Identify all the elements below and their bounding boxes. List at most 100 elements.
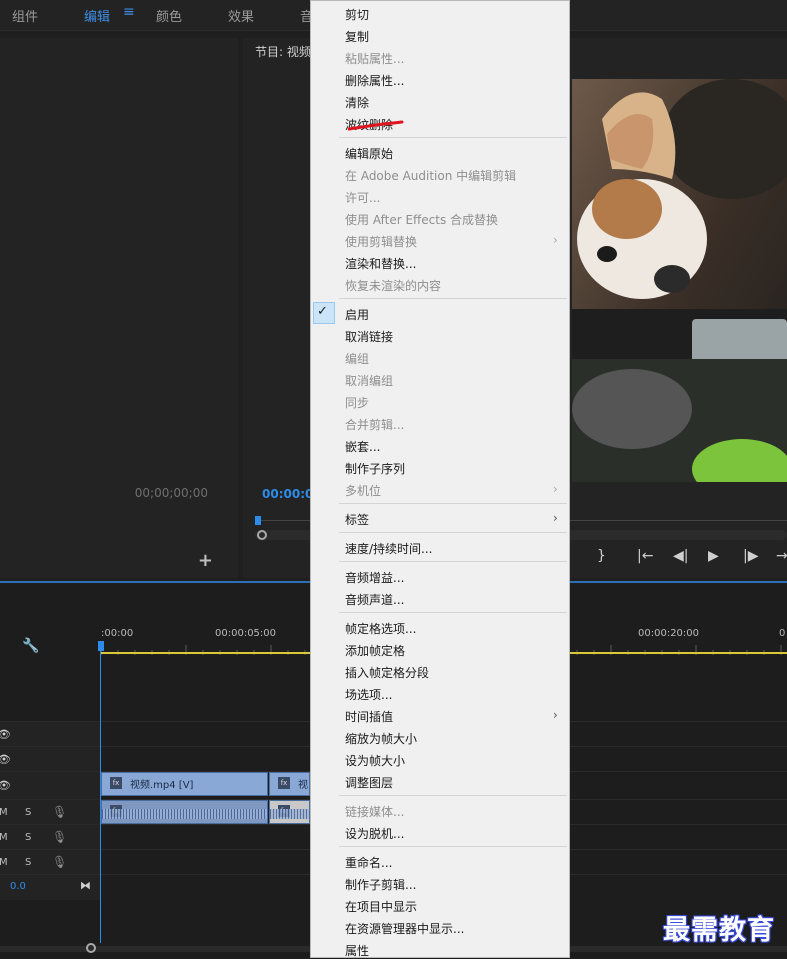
menu-item-paste-attributes[interactable]: 粘贴属性...	[345, 50, 404, 67]
menu-item-enable[interactable]: 启用	[345, 306, 369, 323]
mute-button[interactable]: M	[0, 832, 8, 843]
menu-item-synchronize[interactable]: 同步	[345, 394, 369, 411]
hamburger-icon[interactable]: ≡	[123, 4, 135, 20]
menu-item-reveal-in-project[interactable]: 在项目中显示	[345, 898, 417, 915]
program-timecode: 00:00:0	[262, 487, 314, 501]
clip-label: 视频.mp4 [V]	[130, 780, 194, 791]
dog-video-frame	[572, 79, 787, 482]
menu-separator	[339, 612, 567, 613]
timeline-zoom-handle[interactable]	[86, 943, 96, 953]
tab-color[interactable]: 颜色	[156, 6, 182, 25]
ruler-time-5: 00:00:05:00	[215, 628, 277, 639]
menu-item-replace-after-effects[interactable]: 使用 After Effects 合成替换	[345, 211, 498, 228]
menu-item-replace-with-clip[interactable]: 使用剪辑替换	[345, 233, 417, 250]
mic-icon[interactable]: 🎙	[52, 855, 67, 869]
tab-editing[interactable]: 编辑	[84, 6, 110, 25]
menu-item-restore-unrendered[interactable]: 恢复未渲染的内容	[345, 277, 441, 294]
solo-button[interactable]: S	[25, 807, 31, 818]
menu-item-set-to-frame[interactable]: 设为帧大小	[345, 752, 405, 769]
video-preview	[572, 79, 787, 482]
menu-item-edit-in-audition[interactable]: 在 Adobe Audition 中编辑剪辑	[345, 167, 516, 184]
menu-item-edit-original[interactable]: 编辑原始	[345, 145, 393, 162]
bowtie-icon[interactable]: ⧓	[80, 879, 91, 892]
menu-item-field-options[interactable]: 场选项...	[345, 686, 392, 703]
mic-icon[interactable]: 🎙	[52, 805, 67, 819]
menu-separator	[339, 795, 567, 796]
menu-separator	[339, 503, 567, 504]
eye-icon[interactable]: 👁	[0, 728, 11, 741]
fx-icon: fx	[278, 777, 290, 789]
source-timecode: 00;00;00;00	[134, 486, 208, 500]
submenu-arrow-icon: ›	[553, 511, 558, 525]
menu-item-group[interactable]: 编组	[345, 350, 369, 367]
tab-effects[interactable]: 效果	[228, 6, 254, 25]
menu-item-make-subclip[interactable]: 制作子剪辑...	[345, 876, 416, 893]
submenu-arrow-icon: ›	[553, 482, 558, 496]
step-forward-icon[interactable]: |▶	[743, 548, 758, 564]
menu-item-audio-gain[interactable]: 音频增益...	[345, 569, 404, 586]
go-to-in-icon[interactable]: |←	[637, 548, 653, 564]
tab-assembly[interactable]: 组件	[12, 6, 38, 25]
red-underline-annotation	[348, 120, 404, 131]
menu-item-render-and-replace[interactable]: 渲染和替换...	[345, 255, 416, 272]
menu-item-frame-hold-options[interactable]: 帧定格选项...	[345, 620, 416, 637]
add-button[interactable]: +	[198, 550, 213, 571]
menu-item-speed-duration[interactable]: 速度/持续时间...	[345, 540, 433, 557]
menu-separator	[339, 846, 567, 847]
menu-item-merge-clips[interactable]: 合并剪辑...	[345, 416, 404, 433]
menu-item-link-media[interactable]: 链接媒体...	[345, 803, 404, 820]
context-menu: 剪切 复制 粘贴属性... 删除属性... 清除 波纹删除 编辑原始 在 Ado…	[310, 0, 570, 958]
step-back-icon[interactable]: ◀|	[673, 548, 688, 564]
eye-icon[interactable]: 👁	[0, 753, 11, 766]
program-title: 节目: 视频	[255, 45, 311, 59]
menu-item-time-interpolation[interactable]: 时间插值	[345, 708, 393, 725]
menu-item-remove-attributes[interactable]: 删除属性...	[345, 72, 404, 89]
audio-clip[interactable]: fx	[269, 800, 310, 824]
wrench-icon[interactable]: 🔧	[22, 638, 39, 654]
zoom-handle[interactable]	[257, 530, 267, 540]
master-level[interactable]: 0.0	[10, 881, 26, 892]
menu-item-cut[interactable]: 剪切	[345, 6, 369, 23]
menu-item-make-subsequence[interactable]: 制作子序列	[345, 460, 405, 477]
menu-item-clear[interactable]: 清除	[345, 94, 369, 111]
video-clip[interactable]: fx 视频.mp4 [V]	[101, 772, 268, 796]
timeline-playhead[interactable]	[98, 641, 104, 651]
menu-item-audio-channels[interactable]: 音频声道...	[345, 591, 404, 608]
source-panel: 00;00;00;00 +	[0, 38, 238, 578]
video-clip[interactable]: fx 视	[269, 772, 310, 796]
clip-label: 视	[298, 780, 308, 791]
watermark: 最需教育	[663, 915, 775, 946]
solo-button[interactable]: S	[25, 832, 31, 843]
ruler-time-25: 0	[779, 628, 786, 639]
mute-button[interactable]: M	[0, 857, 8, 868]
ruler-time-0: :00:00	[101, 628, 134, 639]
play-icon[interactable]: ▶	[708, 548, 719, 564]
go-to-out-icon[interactable]: →	[776, 548, 787, 564]
menu-item-rename[interactable]: 重命名...	[345, 854, 392, 871]
mark-out-icon[interactable]: }	[597, 548, 606, 564]
menu-item-scale-to-frame[interactable]: 缩放为帧大小	[345, 730, 417, 747]
solo-button[interactable]: S	[25, 857, 31, 868]
menu-item-nest[interactable]: 嵌套...	[345, 438, 380, 455]
menu-item-license[interactable]: 许可...	[345, 189, 380, 206]
menu-item-insert-frame-hold[interactable]: 插入帧定格分段	[345, 664, 429, 681]
menu-item-adjustment-layer[interactable]: 调整图层	[345, 774, 393, 791]
menu-item-unlink[interactable]: 取消链接	[345, 328, 393, 345]
program-playhead[interactable]	[255, 516, 261, 525]
menu-item-copy[interactable]: 复制	[345, 28, 369, 45]
waveform	[270, 809, 309, 819]
timeline-playhead-line[interactable]	[100, 643, 101, 943]
menu-item-reveal-in-explorer[interactable]: 在资源管理器中显示...	[345, 920, 464, 937]
menu-item-label[interactable]: 标签	[345, 511, 369, 528]
menu-item-properties[interactable]: 属性	[345, 942, 369, 959]
menu-item-make-offline[interactable]: 设为脱机...	[345, 825, 404, 842]
menu-item-ungroup[interactable]: 取消编组	[345, 372, 393, 389]
menu-item-multi-camera[interactable]: 多机位	[345, 482, 381, 499]
menu-separator	[339, 532, 567, 533]
eye-icon[interactable]: 👁	[0, 779, 11, 792]
menu-item-add-frame-hold[interactable]: 添加帧定格	[345, 642, 405, 659]
ruler-time-20: 00:00:20:00	[638, 628, 700, 639]
mic-icon[interactable]: 🎙	[52, 830, 67, 844]
mute-button[interactable]: M	[0, 807, 8, 818]
audio-clip[interactable]: fx	[101, 800, 268, 824]
